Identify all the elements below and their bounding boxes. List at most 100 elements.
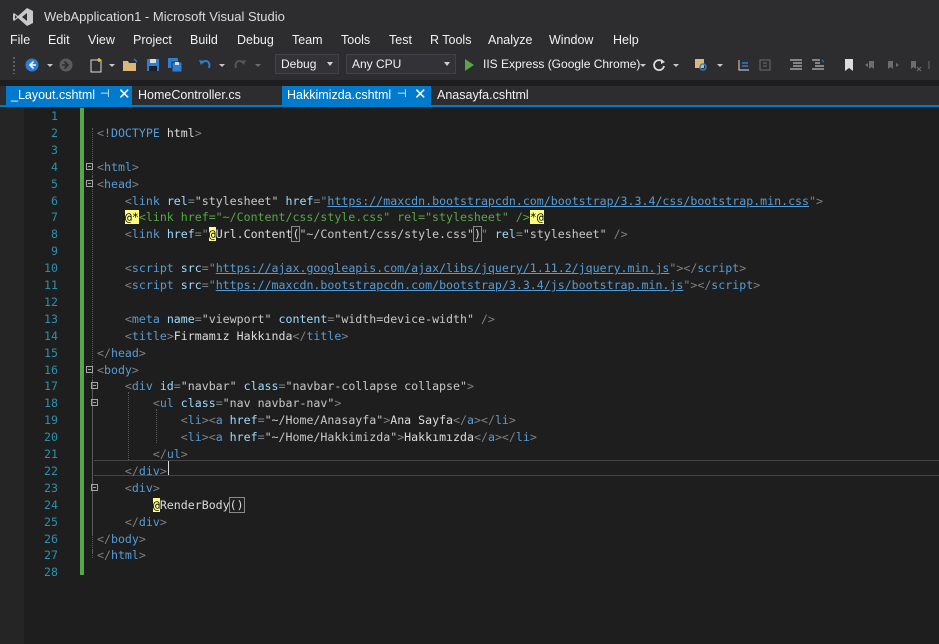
find-dropdown-icon[interactable] bbox=[711, 56, 729, 74]
bookmark-icon[interactable] bbox=[840, 56, 858, 74]
toolbar-overflow-icon[interactable] bbox=[926, 56, 936, 74]
menu-window[interactable]: Window bbox=[549, 33, 593, 47]
tab-hakkimizda-cshtml[interactable]: Hakkimizda.cshtml ⊣ ✕ bbox=[282, 86, 431, 105]
close-icon[interactable]: ✕ bbox=[118, 86, 131, 103]
code-line[interactable]: 11 <script src="https://maxcdn.bootstrap… bbox=[0, 277, 939, 294]
code-line[interactable]: 28 bbox=[0, 564, 939, 581]
code-line[interactable]: 10 <script src="https://ajax.googleapis.… bbox=[0, 260, 939, 277]
tab-layout-cshtml[interactable]: _Layout.cshtml ⊣ ✕ bbox=[6, 86, 132, 105]
code-line[interactable]: 23 <div> bbox=[0, 480, 939, 497]
code-line[interactable]: 18 <ul class="nav navbar-nav"> bbox=[0, 395, 939, 412]
code-token: </ bbox=[97, 531, 111, 546]
code-token: Hakkımızda bbox=[404, 430, 474, 445]
line-number: 27 bbox=[44, 548, 58, 563]
code-line[interactable]: 6 <link rel="stylesheet" href="https://m… bbox=[0, 193, 939, 210]
find-in-files-icon[interactable] bbox=[692, 56, 710, 74]
redo-dropdown-icon[interactable] bbox=[249, 56, 267, 74]
menu-edit[interactable]: Edit bbox=[48, 33, 70, 47]
code-text: <link rel="stylesheet" href="https://max… bbox=[97, 193, 823, 210]
code-token: script bbox=[131, 261, 181, 276]
code-token: name bbox=[166, 311, 195, 326]
solution-platform-dropdown[interactable]: Any CPU bbox=[346, 54, 456, 74]
code-token: > bbox=[753, 278, 761, 292]
menu-debug[interactable]: Debug bbox=[237, 33, 274, 47]
browser-link-dropdown-icon[interactable] bbox=[667, 56, 685, 74]
code-line[interactable]: 27 </html> bbox=[0, 547, 939, 564]
code-line[interactable]: 4 <html> bbox=[0, 159, 939, 176]
menu-file[interactable]: File bbox=[10, 33, 30, 47]
code-line[interactable]: 5 <head> bbox=[0, 176, 939, 193]
toolbar-grip-icon[interactable] bbox=[12, 56, 16, 74]
navigate-forward-icon[interactable] bbox=[57, 56, 75, 74]
save-all-icon[interactable] bbox=[166, 56, 184, 74]
menu-test[interactable]: Test bbox=[389, 33, 412, 47]
menu-help[interactable]: Help bbox=[613, 33, 639, 47]
start-debugging-icon[interactable] bbox=[460, 56, 478, 74]
clear-bookmarks-icon[interactable] bbox=[906, 56, 924, 74]
next-bookmark-icon[interactable] bbox=[884, 56, 902, 74]
code-line[interactable]: 13 <meta name="viewport" content="width=… bbox=[0, 311, 939, 328]
browser-refresh-icon[interactable] bbox=[650, 56, 668, 74]
open-file-icon[interactable] bbox=[121, 56, 139, 74]
save-icon[interactable] bbox=[144, 56, 162, 74]
code-line[interactable]: 3 bbox=[0, 142, 939, 159]
code-line[interactable]: 26 </body> bbox=[0, 531, 939, 548]
code-line[interactable]: 9 bbox=[0, 243, 939, 260]
undo-dropdown-icon[interactable] bbox=[213, 56, 231, 74]
menu-team[interactable]: Team bbox=[292, 33, 323, 47]
code-token: id bbox=[159, 379, 174, 394]
code-line[interactable]: 25 </div> bbox=[0, 514, 939, 531]
tab-anasayfa-cshtml[interactable]: Anasayfa.cshtml bbox=[437, 86, 557, 105]
code-line[interactable]: 22 </div> bbox=[0, 463, 939, 480]
line-number: 7 bbox=[51, 210, 58, 225]
code-token: title bbox=[131, 328, 167, 343]
previous-bookmark-icon[interactable] bbox=[862, 56, 880, 74]
navigate-back-icon[interactable] bbox=[23, 56, 41, 74]
code-text: <li><a href="~/Home/Hakkimizda">Hakkımız… bbox=[97, 429, 537, 446]
close-icon[interactable]: ✕ bbox=[414, 86, 427, 103]
collapse-icon[interactable] bbox=[86, 365, 93, 373]
undo-icon[interactable] bbox=[196, 56, 214, 74]
redo-icon[interactable] bbox=[231, 56, 249, 74]
step-over-icon[interactable] bbox=[735, 56, 753, 74]
code-line[interactable]: 24 @RenderBody() bbox=[0, 496, 939, 514]
code-line[interactable]: 20 <li><a href="~/Home/Hakkimizda">Hakkı… bbox=[0, 429, 939, 446]
menu-project[interactable]: Project bbox=[133, 33, 172, 47]
code-token: src bbox=[180, 261, 202, 276]
code-line[interactable]: 7 @*<link href="~/Content/css/style.css"… bbox=[0, 209, 939, 226]
menu-r-tools[interactable]: R Tools bbox=[430, 33, 471, 47]
solution-platform-value: Any CPU bbox=[352, 57, 402, 71]
pin-icon[interactable]: ⊣ bbox=[100, 87, 110, 100]
code-token: div bbox=[131, 480, 153, 495]
start-target-button[interactable]: IIS Express (Google Chrome) bbox=[483, 57, 640, 71]
code-token: /> bbox=[613, 227, 628, 242]
tab-homecontroller-cs[interactable]: HomeController.cs bbox=[138, 86, 278, 105]
code-line[interactable]: 2 <!DOCTYPE html> bbox=[0, 125, 939, 142]
menu-analyze[interactable]: Analyze bbox=[488, 33, 532, 47]
menu-tools[interactable]: Tools bbox=[341, 33, 370, 47]
code-line[interactable]: 8 <link href="@Url.Content("~/Content/cs… bbox=[0, 226, 939, 243]
menu-build[interactable]: Build bbox=[190, 33, 218, 47]
code-line[interactable]: 19 <li><a href="~/Home/Anasayfa">Ana Say… bbox=[0, 412, 939, 429]
solution-configuration-dropdown[interactable]: Debug bbox=[275, 54, 339, 74]
menu-view[interactable]: View bbox=[88, 33, 115, 47]
code-text: <body> bbox=[97, 362, 139, 379]
code-line[interactable]: 1 bbox=[0, 108, 939, 125]
collapse-icon[interactable] bbox=[86, 179, 93, 187]
solution-explorer-icon[interactable] bbox=[756, 56, 774, 74]
pin-icon[interactable]: ⊣ bbox=[397, 87, 407, 100]
code-token: div bbox=[138, 514, 160, 529]
visual-studio-logo-icon bbox=[13, 8, 33, 26]
code-line[interactable]: 14 <title>Firmamız Hakkında</title> bbox=[0, 328, 939, 345]
comment-lines-icon[interactable] bbox=[787, 56, 805, 74]
code-line[interactable]: 15 </head> bbox=[0, 345, 939, 362]
uncomment-lines-icon[interactable] bbox=[809, 56, 827, 74]
new-project-dropdown-icon[interactable] bbox=[103, 56, 121, 74]
code-line[interactable]: 17 <div id="navbar" class="navbar-collap… bbox=[0, 378, 939, 395]
code-line[interactable]: 16 <body> bbox=[0, 362, 939, 379]
code-line[interactable]: 21 </ul> bbox=[0, 446, 939, 463]
collapse-icon[interactable] bbox=[86, 162, 93, 170]
code-line[interactable]: 12 bbox=[0, 294, 939, 311]
